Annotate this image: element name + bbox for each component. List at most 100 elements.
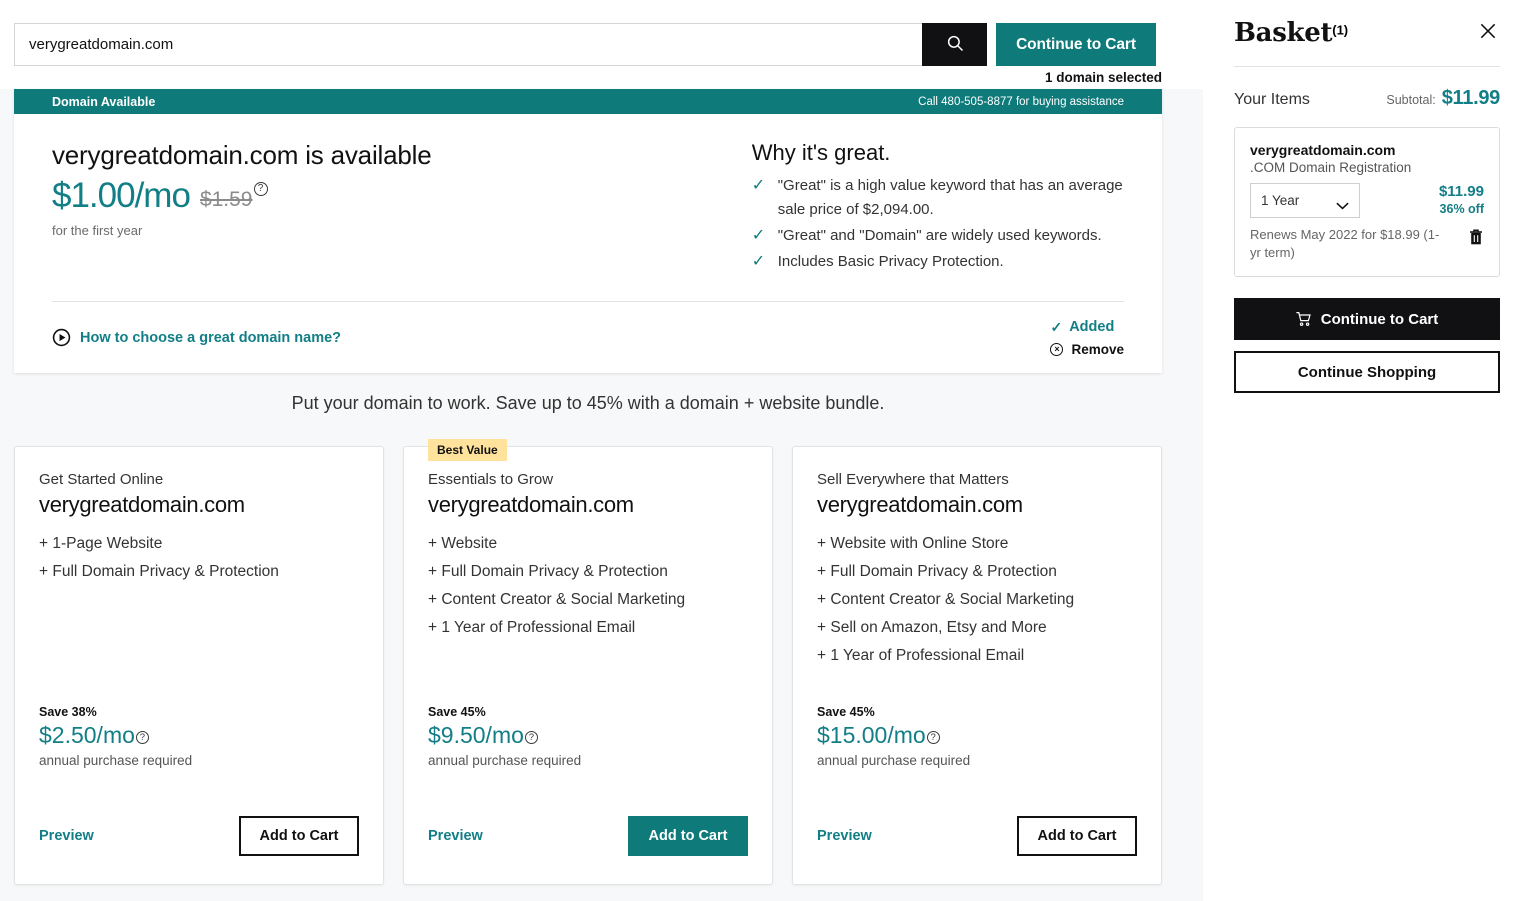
cart-icon [1296, 311, 1312, 327]
why-item: ✓ "Great" is a high value keyword that h… [752, 174, 1124, 222]
preview-link[interactable]: Preview [428, 828, 483, 844]
term-select-dropdown[interactable]: 1 Year [1250, 183, 1360, 218]
bundle-price-row: $15.00/mo ? [817, 722, 1137, 749]
buying-assistance-phone: Call 480-505-8877 for buying assistance [918, 95, 1124, 108]
bundle-price-row: $2.50/mo ? [39, 722, 359, 749]
bundle-feature: + Full Domain Privacy & Protection [428, 563, 668, 580]
your-items-label: Your Items [1234, 91, 1310, 108]
bundle-price-help-icon[interactable]: ? [135, 731, 149, 744]
remove-domain-button[interactable]: × Remove [1050, 342, 1124, 357]
bundle-price: $15.00/mo [817, 722, 926, 748]
bundle-card-kicker: Essentials to Grow [428, 471, 554, 488]
bundle-card-features: + Website with Online Store + Full Domai… [817, 530, 1137, 670]
bundle-card-bottom: Save 38% $2.50/mo ? annual purchase requ… [39, 705, 359, 884]
preview-link[interactable]: Preview [39, 828, 94, 844]
bundle-card-essentials-to-grow[interactable]: Best Value Essentials to Grow verygreatd… [403, 439, 773, 885]
basket-item-foot: Renews May 2022 for $18.99 (1-yr term) [1250, 226, 1484, 262]
search-icon [946, 34, 964, 55]
trash-icon[interactable] [1468, 228, 1484, 246]
check-icon: ✓ [751, 177, 766, 194]
bundle-cards-row: Get Started Online verygreatdomain.com +… [14, 439, 1162, 885]
bundle-card-actions: Preview Add to Cart [817, 816, 1137, 884]
why-its-great-title: Why it's great. [751, 140, 891, 165]
bundle-card-actions: Preview Add to Cart [39, 816, 359, 884]
chevron-down-icon [1336, 197, 1349, 209]
search-bar-region: Continue to Cart 1 domain selected [0, 0, 1203, 89]
bundle-card-features: + Website + Full Domain Privacy & Protec… [428, 530, 748, 642]
basket-title: Basket [1234, 18, 1333, 48]
why-item: ✓ "Great" and "Domain" are widely used k… [752, 224, 1124, 248]
bundle-save-tag: Save 38% [39, 705, 97, 719]
bundle-price-note: annual purchase required [817, 753, 971, 768]
basket-item-type: .COM Domain Registration [1250, 160, 1412, 175]
price-help-icon[interactable]: ? [253, 182, 268, 196]
continue-to-cart-top-button[interactable]: Continue to Cart [996, 23, 1156, 66]
preview-link[interactable]: Preview [817, 828, 872, 844]
result-body: verygreatdomain.com is available $1.00/m… [14, 114, 1162, 276]
basket-item-renewal-note: Renews May 2022 for $18.99 (1-yr term) [1250, 227, 1440, 260]
bundle-price-help-icon[interactable]: ? [926, 731, 940, 744]
bundle-price: $9.50/mo [428, 722, 524, 748]
subtotal-value: $11.99 [1441, 87, 1501, 109]
why-item: ✓ Includes Basic Privacy Protection. [752, 250, 1124, 274]
main-content-column: Continue to Cart 1 domain selected Domai… [0, 0, 1203, 901]
added-status: ✓ Added [1050, 319, 1124, 336]
bundle-save-tag: Save 45% [428, 705, 486, 719]
best-value-badge: Best Value [428, 439, 507, 461]
availability-label: Domain Available [52, 94, 156, 109]
basket-item: verygreatdomain.com .COM Domain Registra… [1234, 127, 1500, 277]
bundle-feature: + Full Domain Privacy & Protection [39, 563, 279, 580]
page-root: Continue to Cart 1 domain selected Domai… [0, 0, 1531, 901]
bundle-card-get-started-online[interactable]: Get Started Online verygreatdomain.com +… [14, 446, 384, 885]
bundle-save-tag: Save 45% [817, 705, 875, 719]
bundle-feature: + Content Creator & Social Marketing [817, 591, 1075, 608]
domain-available-title: verygreatdomain.com is available [52, 140, 432, 170]
bundle-card-kicker: Sell Everywhere that Matters [817, 471, 1009, 488]
domain-price: $1.00/mo [52, 176, 191, 215]
bundle-card-domain: verygreatdomain.com [39, 492, 245, 517]
price-term-note: for the first year [52, 223, 143, 238]
how-to-choose-domain-label: How to choose a great domain name? [80, 329, 342, 346]
your-items-row: Your Items Subtotal: $11.99 [1234, 87, 1500, 110]
bundle-feature: + Sell on Amazon, Etsy and More [817, 619, 1047, 636]
domain-search-input[interactable] [14, 23, 922, 66]
why-its-great-section: Why it's great. ✓ "Great" is a high valu… [752, 140, 1124, 276]
add-to-cart-button[interactable]: Add to Cart [1017, 816, 1137, 856]
basket-item-discount: 36% off [1439, 202, 1484, 216]
close-icon[interactable] [1478, 21, 1500, 43]
why-item-text: Includes Basic Privacy Protection. [777, 253, 1004, 270]
bundle-card-domain: verygreatdomain.com [817, 492, 1023, 517]
availability-banner: Domain Available Call 480-505-8877 for b… [14, 89, 1162, 114]
bundle-feature: + Website [428, 535, 498, 552]
domain-selected-note: 1 domain selected [1044, 70, 1162, 85]
remove-label: Remove [1071, 341, 1124, 357]
basket-continue-to-cart-button[interactable]: Continue to Cart [1234, 298, 1500, 340]
check-icon: ✓ [751, 253, 766, 270]
why-item-text: "Great" and "Domain" are widely used key… [777, 227, 1102, 244]
bundle-card-bottom: Save 45% $9.50/mo ? annual purchase requ… [428, 705, 748, 884]
bundle-price-row: $9.50/mo ? [428, 722, 748, 749]
search-button[interactable] [922, 23, 987, 66]
continue-shopping-button[interactable]: Continue Shopping [1234, 351, 1500, 393]
result-card-footer: How to choose a great domain name? ✓ Add… [52, 301, 1124, 373]
bundle-feature: + 1-Page Website [39, 535, 163, 552]
basket-continue-to-cart-label: Continue to Cart [1320, 310, 1439, 328]
bundle-card-bottom: Save 45% $15.00/mo ? annual purchase req… [817, 705, 1137, 884]
bundle-feature: + Content Creator & Social Marketing [428, 591, 686, 608]
bundle-price-note: annual purchase required [39, 753, 193, 768]
domain-result-card: Domain Available Call 480-505-8877 for b… [14, 89, 1162, 373]
result-left-column: verygreatdomain.com is available $1.00/m… [52, 140, 738, 276]
how-to-choose-domain-link[interactable]: How to choose a great domain name? [52, 328, 341, 347]
bundle-card-actions: Preview Add to Cart [428, 816, 748, 884]
add-to-cart-button[interactable]: Add to Cart [628, 816, 748, 856]
added-label: Added [1069, 319, 1115, 335]
basket-item-count: (1) [1332, 22, 1349, 38]
bundle-card-kicker: Get Started Online [39, 471, 164, 488]
bundle-price-help-icon[interactable]: ? [524, 731, 538, 744]
play-circle-icon [52, 328, 71, 347]
bundle-card-sell-everywhere[interactable]: Sell Everywhere that Matters verygreatdo… [792, 446, 1162, 885]
add-to-cart-button[interactable]: Add to Cart [239, 816, 359, 856]
bundle-feature: + Website with Online Store [817, 535, 1009, 552]
search-row: Continue to Cart [14, 23, 1156, 66]
why-item-text: "Great" is a high value keyword that has… [777, 177, 1123, 218]
